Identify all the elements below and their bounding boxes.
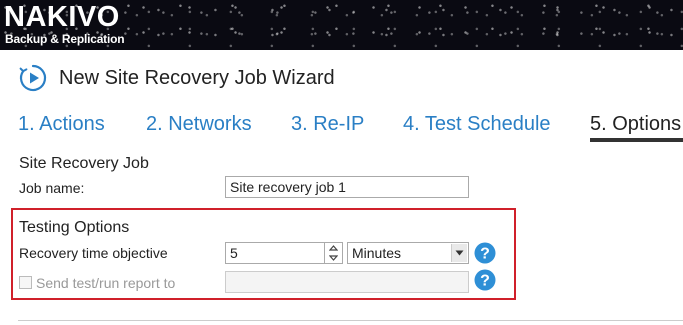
send-report-checkbox[interactable] <box>19 276 32 289</box>
active-step-indicator <box>590 138 683 142</box>
step-actions[interactable]: 1. Actions <box>18 113 105 136</box>
wizard-title: New Site Recovery Job Wizard <box>18 63 335 93</box>
step-re-ip[interactable]: 3. Re-IP <box>291 113 364 136</box>
svg-text:?: ? <box>480 273 490 290</box>
testing-options-heading: Testing Options <box>19 219 130 236</box>
section-divider <box>18 320 683 321</box>
send-report-label: Send test/run report to <box>36 275 176 291</box>
rto-value-input[interactable]: 5 <box>225 242 325 264</box>
stepper-down-icon[interactable] <box>325 253 342 263</box>
logo-brand: NAKIVO <box>4 1 120 33</box>
send-report-email-input[interactable] <box>225 271 469 293</box>
app-header: NAKIVO Backup & Replication <box>0 0 683 50</box>
step-test-schedule[interactable]: 4. Test Schedule <box>403 113 551 136</box>
wizard-steps: 1. Actions 2. Networks 3. Re-IP 4. Test … <box>0 106 683 144</box>
job-name-input[interactable]: Site recovery job 1 <box>225 176 469 198</box>
logo-tagline: Backup & Replication <box>5 32 125 46</box>
wizard-title-text: New Site Recovery Job Wizard <box>59 66 335 89</box>
rto-unit-select[interactable]: Minutes <box>347 242 469 264</box>
step-options[interactable]: 5. Options <box>590 113 681 136</box>
stepper-up-icon[interactable] <box>325 243 342 253</box>
rto-help-icon[interactable]: ? <box>474 242 496 264</box>
rto-stepper[interactable] <box>325 242 343 264</box>
send-report-help-icon[interactable]: ? <box>474 269 496 291</box>
nakivo-logo: NAKIVO Backup & Replication <box>4 2 150 48</box>
rto-unit-value: Minutes <box>352 245 402 261</box>
chevron-down-icon[interactable] <box>451 244 467 262</box>
svg-text:?: ? <box>480 246 490 263</box>
rto-label: Recovery time objective <box>19 245 168 261</box>
site-recovery-job-heading: Site Recovery Job <box>19 155 149 172</box>
step-networks[interactable]: 2. Networks <box>146 113 252 136</box>
job-name-label: Job name: <box>19 180 85 196</box>
play-circle-icon <box>18 63 48 93</box>
